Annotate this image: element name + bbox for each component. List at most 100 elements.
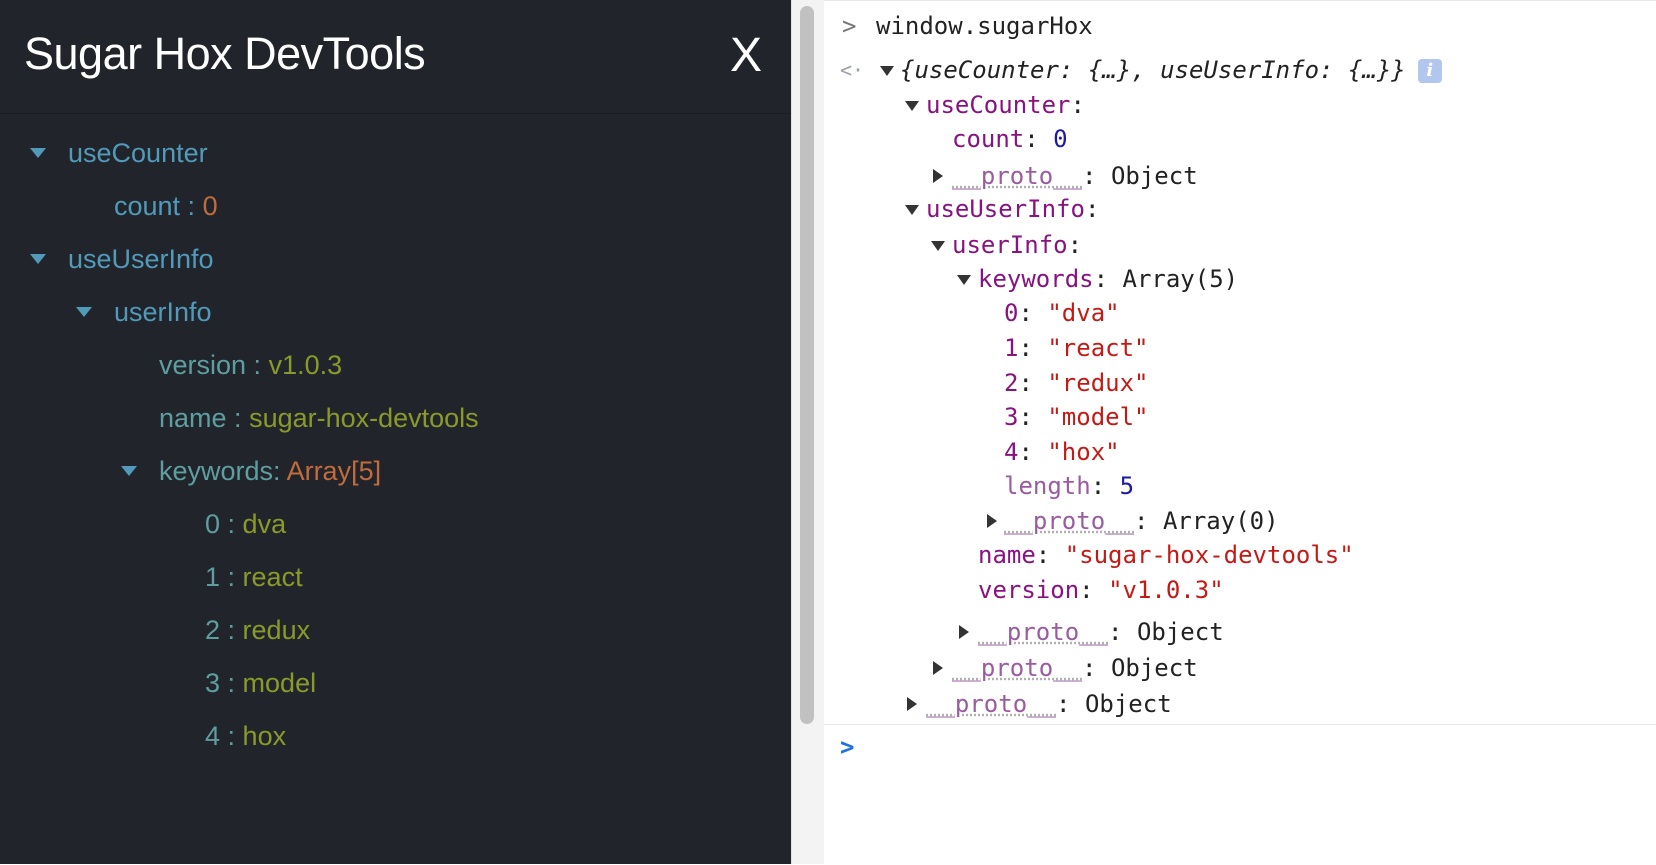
proto-value: Object — [1110, 162, 1198, 190]
caret-down-icon[interactable] — [880, 66, 894, 76]
proto-key: __proto__ — [978, 618, 1109, 646]
proto-value: Object — [1084, 690, 1172, 718]
console-node-userinfo[interactable]: userInfo: — [952, 228, 1082, 262]
console-input[interactable] — [870, 728, 1634, 768]
item-value: "dva" — [1047, 299, 1120, 327]
tree-leaf-keyword: 0 : dva — [205, 504, 286, 544]
panel-header: Sugar Hox DevTools X — [0, 0, 791, 114]
tree-leaf-version: version : v1.0.3 — [159, 345, 342, 385]
leaf-key: 3 : — [205, 668, 236, 698]
proto-value: Object — [1136, 618, 1224, 646]
tree-leaf-keyword: 2 : redux — [205, 610, 310, 650]
item-index: 3 — [1004, 403, 1019, 431]
console-proto[interactable]: __proto__: Object — [952, 651, 1198, 685]
caret-down-icon[interactable] — [121, 466, 137, 476]
node-type: Array[5] — [286, 456, 382, 486]
leaf-value: v1.0.3 — [268, 350, 343, 380]
console-proto[interactable]: __proto__: Object — [978, 615, 1224, 649]
item-value: "react" — [1047, 334, 1149, 362]
caret-right-icon[interactable] — [987, 514, 997, 528]
leaf-value: dva — [242, 509, 287, 539]
node-key: useUserInfo — [926, 195, 1085, 223]
leaf-key: count : — [114, 191, 196, 221]
leaf-value: 0 — [202, 191, 218, 221]
leaf-key: 1 : — [205, 562, 236, 592]
proto-key: __proto__ — [952, 654, 1083, 682]
console-node-useuserinfo[interactable]: useUserInfo: — [926, 192, 1099, 226]
tree-leaf-count: count : 0 — [114, 186, 218, 226]
proto-value: Array(0) — [1162, 507, 1279, 535]
node-key: useCounter — [926, 91, 1071, 119]
node-type: Array(5) — [1122, 265, 1239, 293]
console-proto[interactable]: __proto__: Object — [926, 687, 1172, 721]
prop-value: 0 — [1053, 125, 1068, 153]
leaf-value: react — [242, 562, 303, 592]
prop-key: count — [952, 125, 1025, 153]
close-button[interactable]: X — [726, 28, 766, 84]
node-key: userInfo — [952, 231, 1068, 259]
leaf-key: 0 : — [205, 509, 236, 539]
console-proto[interactable]: __proto__: Object — [952, 159, 1198, 193]
item-index: 4 — [1004, 438, 1019, 466]
caret-right-icon[interactable] — [959, 625, 969, 639]
console-array-item: 3: "model" — [1004, 403, 1149, 431]
scrollbar-thumb[interactable] — [800, 6, 814, 724]
node-key: keywords: — [159, 456, 281, 486]
node-key: useCounter — [68, 138, 208, 168]
prop-value: "sugar-hox-devtools" — [1064, 541, 1354, 569]
console-proto[interactable]: __proto__: Array(0) — [1004, 504, 1279, 538]
caret-down-icon[interactable] — [905, 101, 919, 111]
tree-leaf-name: name : sugar-hox-devtools — [159, 398, 479, 438]
proto-value: Object — [1110, 654, 1198, 682]
proto-key: __proto__ — [926, 690, 1057, 718]
prop-key: version — [978, 576, 1080, 604]
caret-down-icon[interactable] — [931, 241, 945, 251]
item-value: "hox" — [1047, 438, 1120, 466]
caret-right-icon[interactable] — [907, 697, 917, 711]
console-array-item: 2: "redux" — [1004, 369, 1149, 397]
item-value: "model" — [1047, 403, 1149, 431]
panel-title: Sugar Hox DevTools — [24, 28, 426, 79]
caret-down-icon[interactable] — [76, 307, 92, 317]
console-array-item: 4: "hox" — [1004, 438, 1120, 466]
console-separator — [824, 724, 1656, 725]
leaf-value: sugar-hox-devtools — [249, 403, 479, 433]
console-array-item: 1: "react" — [1004, 334, 1149, 362]
result-preview-row[interactable]: {useCounter: {…}, useUserInfo: {…}} i — [900, 53, 1442, 87]
item-index: 1 — [1004, 334, 1019, 362]
leaf-key: 4 : — [205, 721, 236, 751]
leaf-key: 2 : — [205, 615, 236, 645]
caret-right-icon[interactable] — [933, 169, 943, 183]
item-index: 0 — [1004, 299, 1019, 327]
caret-right-icon[interactable] — [933, 661, 943, 675]
caret-down-icon[interactable] — [957, 275, 971, 285]
caret-down-icon[interactable] — [30, 254, 46, 264]
proto-key: __proto__ — [952, 162, 1083, 190]
tree-leaf-keyword: 4 : hox — [205, 716, 286, 756]
info-icon[interactable]: i — [1417, 59, 1442, 83]
input-prompt-icon: > — [842, 12, 857, 40]
tree-leaf-keyword: 3 : model — [205, 663, 316, 703]
length-value: 5 — [1119, 472, 1135, 500]
leaf-key: version : — [159, 350, 262, 380]
caret-down-icon[interactable] — [30, 148, 46, 158]
node-key: useUserInfo — [68, 244, 214, 274]
console-node-usecounter[interactable]: useCounter: — [926, 88, 1085, 122]
leaf-value: redux — [242, 615, 311, 645]
node-label: keywords: Array[5] — [159, 451, 381, 491]
console-node-keywords[interactable]: keywords: Array(5) — [978, 262, 1238, 296]
console-prop-count: count: 0 — [952, 125, 1068, 153]
item-index: 2 — [1004, 369, 1019, 397]
prop-key: name — [978, 541, 1036, 569]
leaf-value: model — [242, 668, 317, 698]
tree-leaf-keyword: 1 : react — [205, 557, 303, 597]
prop-value: "v1.0.3" — [1108, 576, 1224, 604]
result-preview: {useCounter: {…}, useUserInfo: {…}} — [900, 56, 1406, 84]
caret-down-icon[interactable] — [905, 205, 919, 215]
console-command: window.sugarHox — [876, 12, 1093, 40]
proto-key: __proto__ — [1004, 507, 1135, 535]
devtools-panel: Sugar Hox DevTools X useCounter count : … — [0, 0, 791, 864]
leaf-value: hox — [242, 721, 287, 751]
node-key: keywords — [978, 265, 1094, 293]
console-prop-version: version: "v1.0.3" — [978, 576, 1224, 604]
